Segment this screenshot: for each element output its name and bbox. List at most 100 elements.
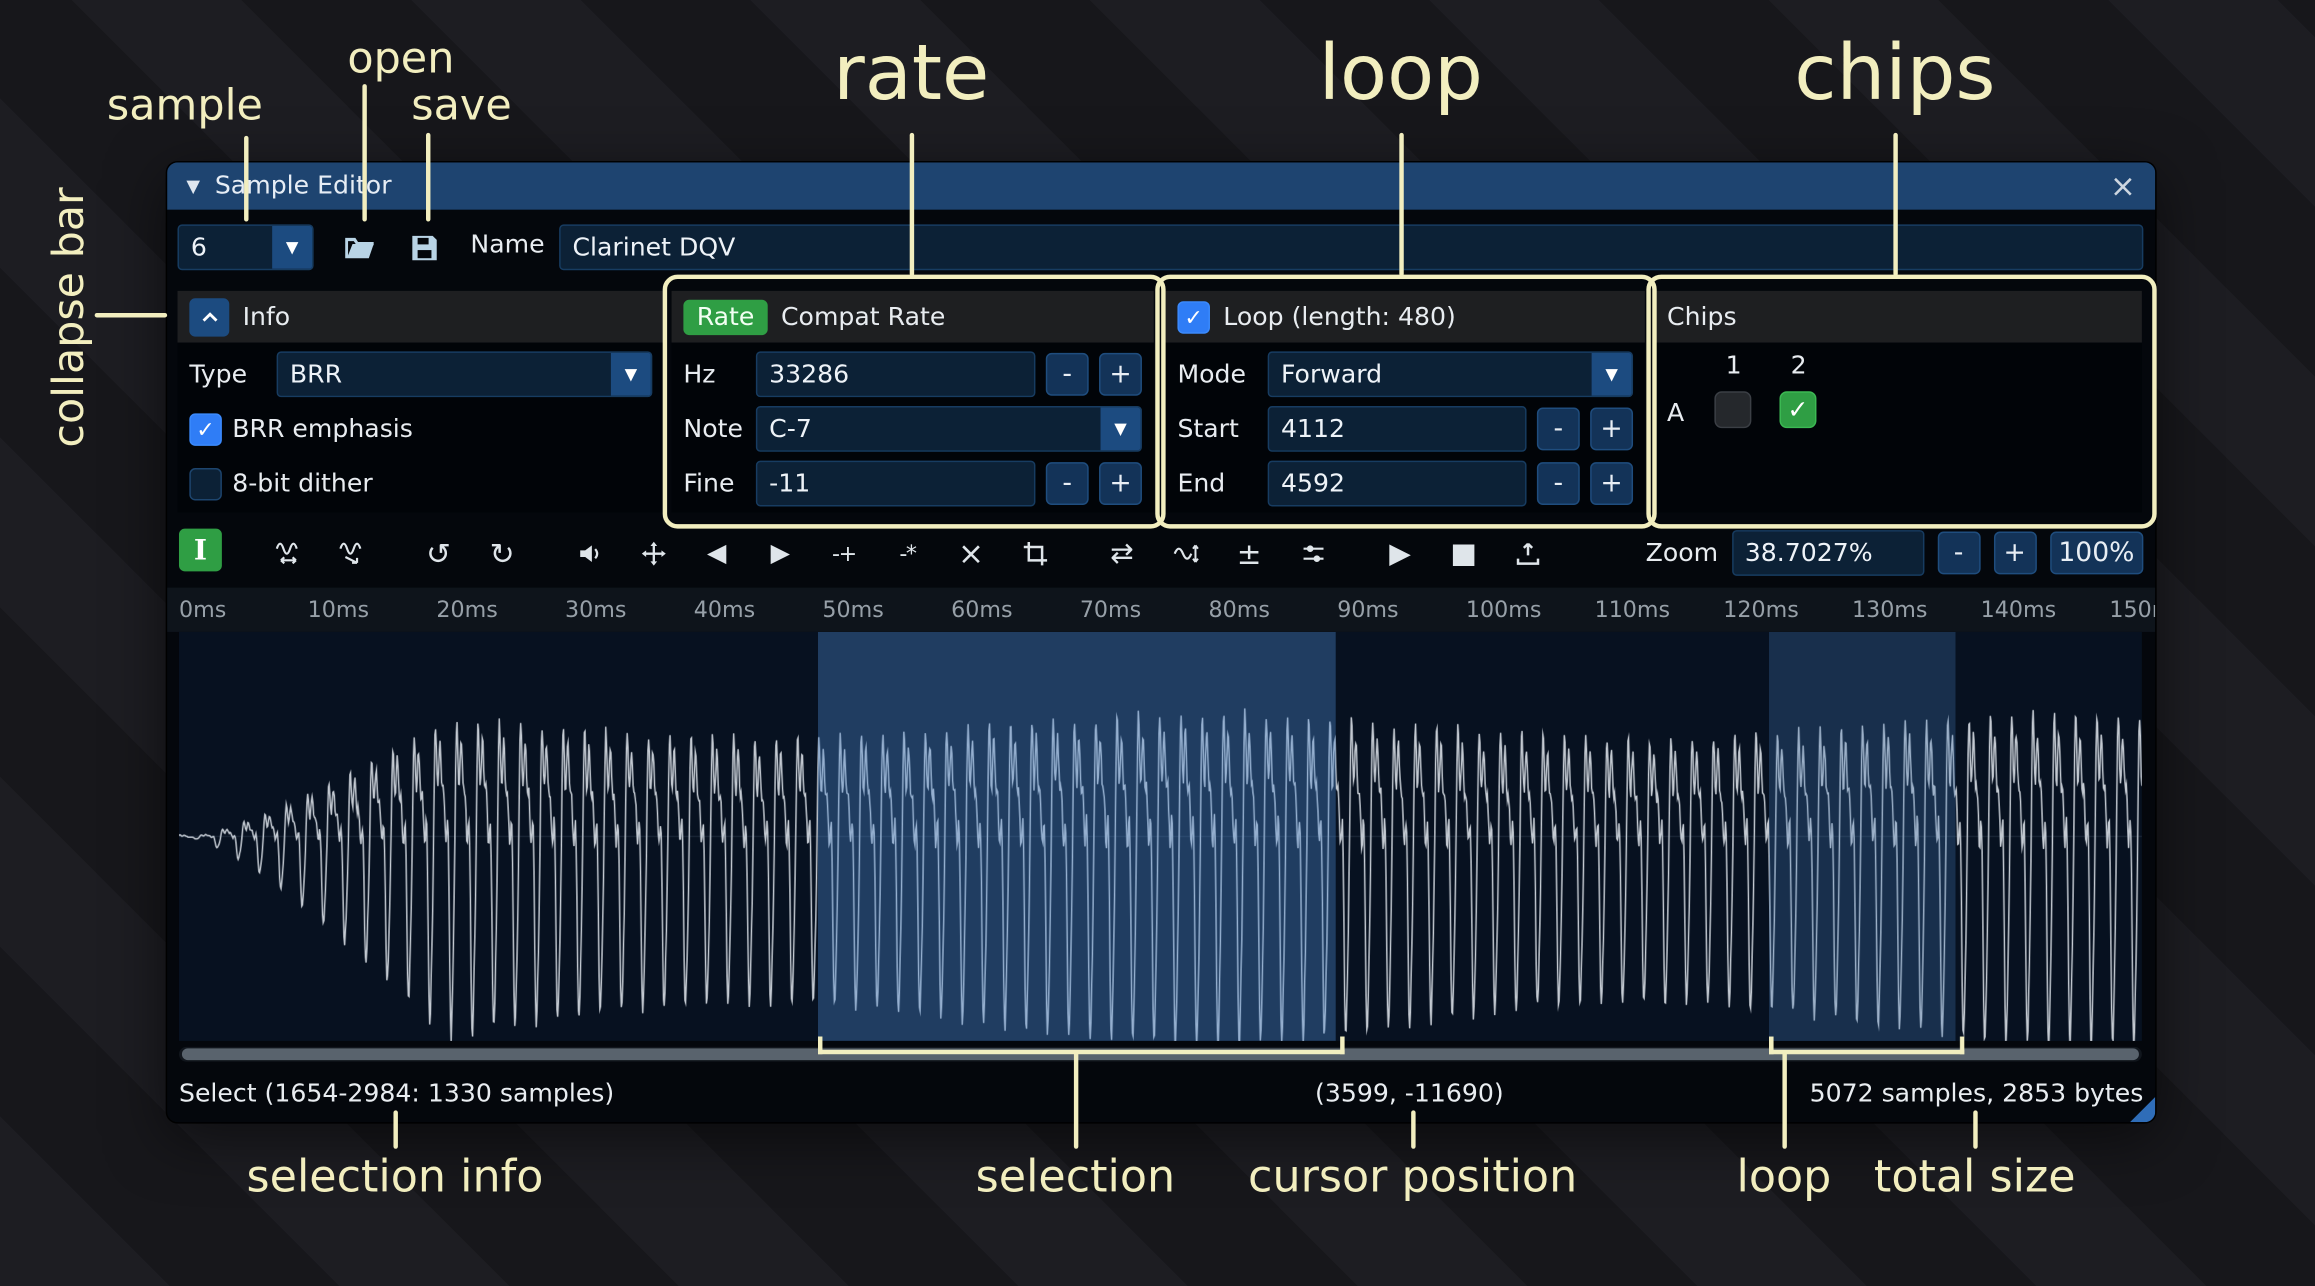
resize-button[interactable] xyxy=(266,532,309,575)
ruler-tick: 80ms xyxy=(1209,597,1270,624)
loop-panel-header: ✓ Loop (length: 480) xyxy=(1166,291,1645,343)
chips-panel-body: 1 2 A ✓ xyxy=(1655,343,2142,513)
start-input[interactable] xyxy=(1268,406,1527,452)
dither-checkbox[interactable] xyxy=(189,467,222,499)
signed-unsigned-button[interactable]: ± xyxy=(1228,532,1271,575)
mode-select[interactable]: Forward ▼ xyxy=(1268,351,1633,397)
zoom-out-button[interactable]: - xyxy=(1937,532,1980,575)
note-select[interactable]: C-7 ▼ xyxy=(756,406,1142,452)
window-collapse-icon[interactable]: ▼ xyxy=(186,176,200,197)
check-icon: ✓ xyxy=(1184,303,1203,330)
fade-out-button[interactable]: ▶ xyxy=(759,532,802,575)
zoom-in-button[interactable]: + xyxy=(1993,532,2036,575)
zoom-controls: Zoom 38.7027% - + 100% xyxy=(1646,530,2144,576)
annotation-loop-bottom-line xyxy=(1782,1051,1786,1148)
chips-panel-header: Chips xyxy=(1655,291,2142,343)
annotation-cursor-position-line xyxy=(1411,1110,1415,1148)
zoom-reset-button[interactable]: 100% xyxy=(2049,532,2143,575)
fine-increment-button[interactable]: + xyxy=(1099,462,1142,505)
apply-silence-icon: -* xyxy=(899,540,915,567)
dropdown-arrow-icon[interactable]: ▼ xyxy=(611,353,651,396)
chip-column-1-label: 1 xyxy=(1714,351,1752,381)
ruler-tick: 90ms xyxy=(1337,597,1398,624)
open-button[interactable] xyxy=(336,224,383,271)
normalize-button[interactable] xyxy=(632,532,675,575)
type-value: BRR xyxy=(278,353,611,396)
reverse-button[interactable]: ⇄ xyxy=(1101,532,1144,575)
redo-icon: ↻ xyxy=(490,535,515,570)
name-input[interactable] xyxy=(559,224,2143,270)
brr-emphasis-label: BRR emphasis xyxy=(232,414,413,444)
trim-button[interactable] xyxy=(1013,532,1056,575)
resize-icon xyxy=(274,540,301,567)
mode-label: Mode xyxy=(1177,360,1257,390)
ruler-tick: 0ms xyxy=(179,597,226,624)
stop-icon: ■ xyxy=(1450,537,1477,569)
fine-decrement-button[interactable]: - xyxy=(1046,462,1089,505)
invert-button[interactable] xyxy=(1164,532,1207,575)
header-row: 6 ▼ Name xyxy=(167,224,2155,273)
crop-icon xyxy=(1021,540,1048,567)
selection-overlay xyxy=(818,632,1336,1041)
start-increment-button[interactable]: + xyxy=(1590,408,1633,451)
delete-button[interactable]: × xyxy=(950,532,993,575)
loop-title: Loop (length: 480) xyxy=(1223,302,1456,332)
sample-number-select[interactable]: 6 ▼ xyxy=(178,224,314,270)
preview-stop-button[interactable]: ■ xyxy=(1442,532,1485,575)
chip-2-checkbox[interactable]: ✓ xyxy=(1779,391,1816,428)
annotation-save-label: save xyxy=(411,80,511,130)
preview-play-button[interactable]: ▶ xyxy=(1379,532,1422,575)
ruler-tick: 100ms xyxy=(1466,597,1542,624)
dropdown-arrow-icon[interactable]: ▼ xyxy=(1592,353,1632,396)
zoom-label: Zoom xyxy=(1646,538,1719,568)
ruler-tick: 140ms xyxy=(1981,597,2057,624)
close-button[interactable]: × xyxy=(2110,168,2136,203)
start-decrement-button[interactable]: - xyxy=(1537,408,1580,451)
end-decrement-button[interactable]: - xyxy=(1537,462,1580,505)
insert-silence-button[interactable]: -+ xyxy=(822,532,865,575)
fade-in-button[interactable]: ◀ xyxy=(695,532,738,575)
start-label: Start xyxy=(1177,414,1257,444)
annotation-open-line xyxy=(362,84,366,221)
check-icon: ✓ xyxy=(196,416,215,443)
waveform-view[interactable] xyxy=(179,632,2142,1041)
upload-button[interactable] xyxy=(1506,532,1549,575)
collapse-info-button[interactable] xyxy=(189,298,229,336)
undo-button[interactable]: ↺ xyxy=(417,532,460,575)
end-increment-button[interactable]: + xyxy=(1590,462,1633,505)
status-bar: Select (1654-2984: 1330 samples) (3599, … xyxy=(179,1073,2143,1117)
i-beam-icon: I xyxy=(194,534,207,566)
play-icon: ▶ xyxy=(1389,537,1411,569)
end-input[interactable] xyxy=(1268,461,1527,507)
status-selection: Select (1654-2984: 1330 samples) xyxy=(179,1079,614,1109)
dropdown-arrow-icon[interactable]: ▼ xyxy=(1101,408,1141,451)
chips-title: Chips xyxy=(1667,302,1737,332)
timeline-ruler: 0ms 10ms 20ms 30ms 40ms 50ms 60ms 70ms 8… xyxy=(167,588,2155,632)
apply-silence-button[interactable]: -* xyxy=(886,532,929,575)
zoom-value[interactable]: 38.7027% xyxy=(1731,530,1923,576)
chip-row-a-label: A xyxy=(1667,399,1684,429)
rate-title: Compat Rate xyxy=(781,302,945,332)
redo-button[interactable]: ↻ xyxy=(481,532,524,575)
fine-input[interactable] xyxy=(756,461,1036,507)
hz-decrement-button[interactable]: - xyxy=(1046,353,1089,396)
dropdown-arrow-icon[interactable]: ▼ xyxy=(272,226,312,269)
speaker-icon xyxy=(576,540,603,567)
brr-emphasis-checkbox[interactable]: ✓ xyxy=(189,413,222,445)
hz-input[interactable] xyxy=(756,351,1036,397)
loop-checkbox[interactable]: ✓ xyxy=(1177,300,1210,332)
reverse-icon: ⇄ xyxy=(1110,537,1134,569)
resample-button[interactable] xyxy=(330,532,373,575)
resize-grip[interactable] xyxy=(2130,1097,2155,1122)
chip-1-checkbox[interactable] xyxy=(1714,391,1751,428)
hz-increment-button[interactable]: + xyxy=(1099,353,1142,396)
save-button[interactable] xyxy=(401,224,448,271)
filter-button[interactable] xyxy=(1291,532,1334,575)
annotation-rate-line xyxy=(910,133,914,276)
normalize-icon xyxy=(640,540,667,567)
select-tool-button[interactable]: I xyxy=(179,529,222,572)
type-label: Type xyxy=(189,360,266,390)
amplify-button[interactable] xyxy=(568,532,611,575)
type-select[interactable]: BRR ▼ xyxy=(277,351,653,397)
dither-label: 8-bit dither xyxy=(232,469,372,499)
